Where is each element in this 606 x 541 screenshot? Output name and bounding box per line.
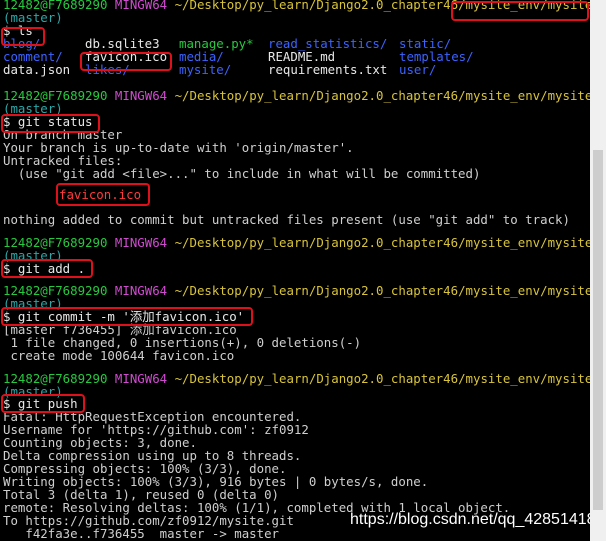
output-line: nothing added to commit but untracked fi… (3, 212, 570, 227)
watermark: https://blog.csdn.net/qq_42851418 (350, 511, 590, 528)
output-line: create mode 100644 favicon.ico (3, 348, 235, 363)
prompt-path: ~/Desktop/py_learn/Django2.0_chapter46/m… (174, 283, 590, 298)
highlight-box-path (451, 1, 589, 21)
output-line: f42fa3e..f736455 master -> master (3, 526, 280, 541)
ls-entry-dir: user/ (399, 62, 437, 77)
prompt-line: 12482@F7689290 MINGW64 ~/Desktop/py_lear… (3, 89, 590, 102)
ls-entry-file: requirements.txt (268, 62, 388, 77)
prompt-path: ~/Desktop/py_learn/Django2.0_chapter46/m… (174, 235, 590, 250)
ls-entry-file: data.json (3, 62, 71, 77)
prompt-line: 12482@F7689290 MINGW64 ~/Desktop/py_lear… (3, 236, 590, 249)
highlight-box-untracked (56, 183, 150, 206)
prompt-shell: MINGW64 (114, 371, 168, 386)
scrollbar-thumb[interactable] (593, 150, 603, 510)
highlight-box-git-commit (1, 307, 253, 326)
prompt-shell: MINGW64 (114, 235, 168, 250)
prompt-path: ~/Desktop/py_learn/Django2.0_chapter46/m… (174, 371, 590, 386)
highlight-box-git-status (1, 114, 100, 133)
output-line: (use "git add <file>..." to include in w… (3, 166, 481, 181)
highlight-box-ls (1, 27, 45, 46)
highlight-box-favicon (80, 52, 172, 71)
highlight-box-git-add (1, 259, 93, 278)
terminal-window[interactable]: 12482@F7689290 MINGW64 ~/Desktop/py_lear… (0, 0, 590, 541)
prompt-path: ~/Desktop/py_learn/Django2.0_chapter46/m… (174, 88, 590, 103)
vertical-scrollbar[interactable] (590, 0, 606, 541)
prompt-shell: MINGW64 (114, 88, 168, 103)
ls-entry-dir: mysite/ (179, 62, 232, 77)
prompt-line: 12482@F7689290 MINGW64 ~/Desktop/py_lear… (3, 372, 590, 385)
highlight-box-git-push (1, 394, 85, 413)
prompt-shell: MINGW64 (114, 283, 168, 298)
prompt-shell: MINGW64 (114, 0, 168, 12)
prompt-line: 12482@F7689290 MINGW64 ~/Desktop/py_lear… (3, 284, 590, 297)
